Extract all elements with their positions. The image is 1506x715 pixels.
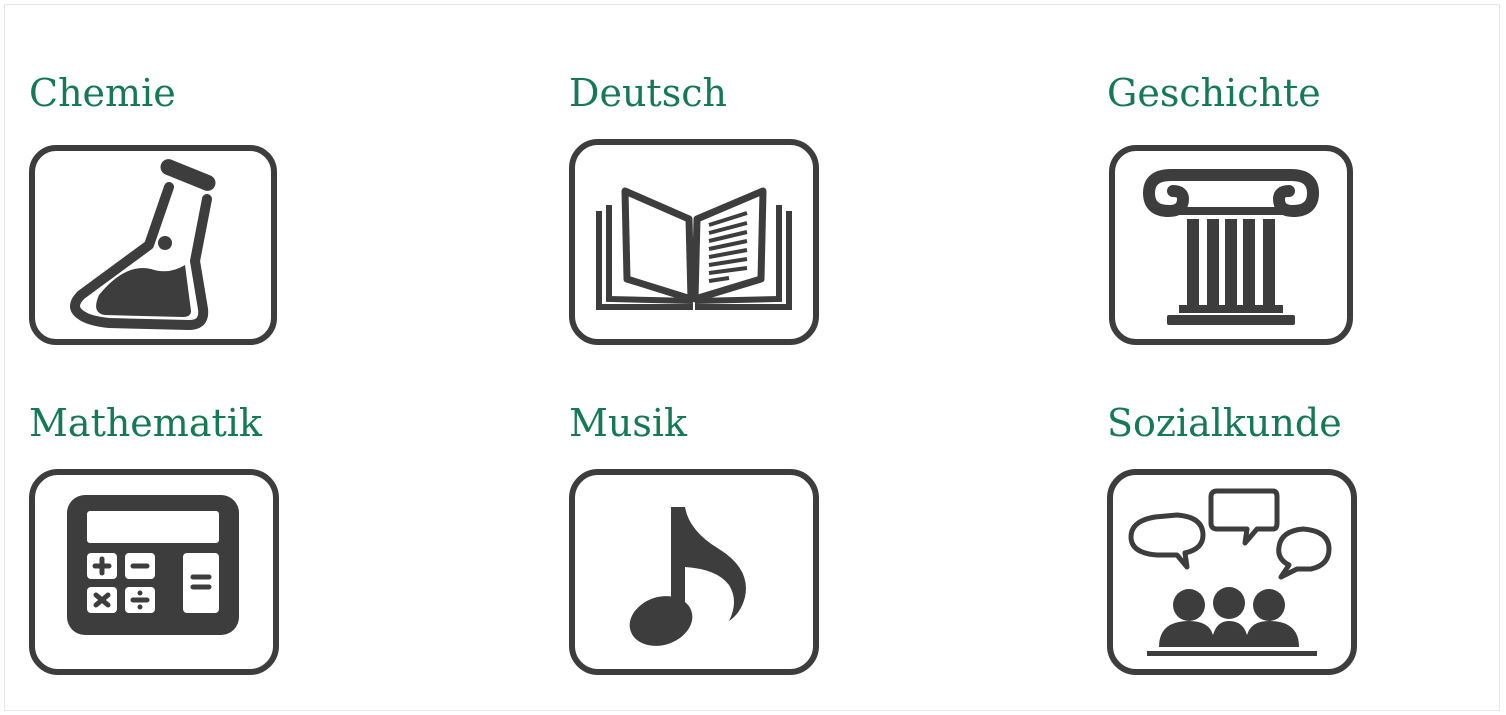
subject-title[interactable]: Mathematik (29, 401, 262, 445)
calculator-icon[interactable] (29, 469, 279, 675)
music-note-icon[interactable] (569, 469, 819, 675)
open-book-icon[interactable] (569, 139, 819, 345)
flask-icon[interactable] (29, 145, 277, 345)
subject-title[interactable]: Sozialkunde (1107, 401, 1342, 445)
subject-link-chemie[interactable]: Chemie (29, 71, 277, 345)
subject-link-deutsch[interactable]: Deutsch (569, 71, 819, 345)
subject-title[interactable]: Chemie (29, 71, 176, 115)
discussion-group-icon[interactable] (1107, 469, 1357, 675)
subject-link-musik[interactable]: Musik (569, 401, 819, 675)
subject-link-mathematik[interactable]: Mathematik (29, 401, 279, 675)
subject-title[interactable]: Geschichte (1107, 71, 1321, 115)
subject-title[interactable]: Deutsch (569, 71, 727, 115)
subject-link-geschichte[interactable]: Geschichte (1107, 71, 1353, 345)
subject-link-sozialkunde[interactable]: Sozialkunde (1107, 401, 1357, 675)
subject-title[interactable]: Musik (569, 401, 687, 445)
column-icon[interactable] (1107, 145, 1355, 345)
subject-grid: Chemie Deutsch Geschichte Mathematik Mus… (4, 4, 1500, 711)
